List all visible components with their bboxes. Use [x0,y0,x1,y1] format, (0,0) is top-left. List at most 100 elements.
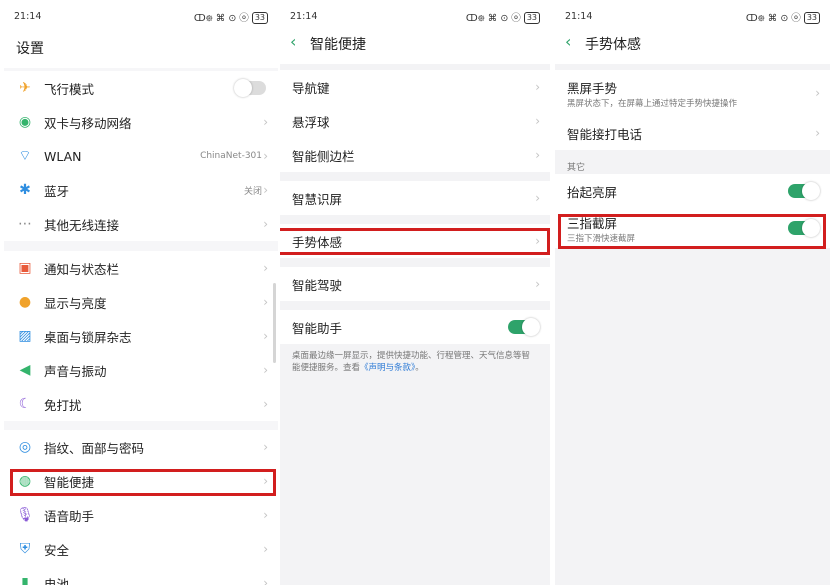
settings-item[interactable]: ◀ 声音与振动 › [4,353,278,387]
settings-item[interactable]: ✈ 飞行模式 [4,71,278,105]
footnote: 桌面最边缘一屏显示，提供快捷功能、行程管理、天气信息等智能便捷服务。查看《声明与… [292,351,531,373]
highlight-box [280,228,550,255]
page-header: ‹ 智能便捷 [280,24,550,64]
back-icon[interactable]: ‹ [565,32,571,51]
settings-item-label: 显示与亮度 [44,295,107,311]
chevron-right-icon: › [815,126,820,140]
speaker-icon: ◀ [19,362,31,378]
raise-to-wake-toggle[interactable] [788,182,820,200]
smart-driving-item[interactable]: 智能驾驶 › [280,267,550,301]
settings-item-label: 桌面与锁屏杂志 [44,329,132,345]
settings-item[interactable]: ▣ 通知与状态栏 › [4,251,278,285]
microphone-icon: 🎙 [16,507,34,523]
black-screen-gesture-item[interactable]: 黑屏手势 黑屏状态下，在屏幕上通过特定手势快捷操作 › [555,70,830,116]
airplane-icon: ✈ [19,80,31,96]
page-header: ‹ 手势体感 [555,24,830,64]
raise-to-wake-item[interactable]: 抬起亮屏 [555,174,830,208]
settings-item-label: 语音助手 [44,508,95,524]
chevron-right-icon: › [263,295,268,309]
settings-item[interactable]: ⌔ WLAN ChinaNet-301 › [4,139,278,173]
settings-header: 设置 [4,28,278,68]
more-icon: ⋯ [18,216,32,232]
smart-sidebar-item[interactable]: 智能侧边栏 › [280,138,550,172]
settings-item-label: 声音与振动 [44,363,107,379]
chevron-right-icon: › [263,217,268,231]
signal-icons: ↀ᪥ ⌘ ⊙ ⓞ [193,13,249,24]
settings-item[interactable]: ● 显示与亮度 › [4,285,278,319]
back-icon[interactable]: ‹ [290,32,296,51]
status-time: 21:14 [565,11,593,22]
chevron-right-icon: › [263,542,268,556]
settings-item[interactable]: ⋯ 其他无线连接 › [4,207,278,241]
chevron-right-icon: › [263,149,268,163]
chevron-right-icon: › [263,576,268,585]
settings-item-label: 蓝牙 [44,183,70,199]
terms-link[interactable]: 《声明与条款》 [360,363,415,373]
chevron-right-icon: › [263,440,268,454]
highlight-box [10,469,276,496]
settings-item-label: 飞行模式 [44,81,95,97]
chevron-right-icon: › [535,148,540,162]
chevron-right-icon: › [263,183,268,197]
settings-item-value: ChinaNet-301 [200,151,262,161]
chevron-right-icon: › [263,329,268,343]
settings-item-label: WLAN [44,148,82,164]
bluetooth-icon: ✱ [19,182,31,198]
wifi-icon: ⌔ [18,148,32,164]
moon-icon: ☾ [18,396,32,412]
page-title: 手势体感 [585,37,641,53]
settings-item-label: 双卡与移动网络 [44,115,132,131]
page-title: 智能便捷 [310,37,366,53]
smart-convenience-panel: 21:14 ↀ᪥ ⌘ ⊙ ⓞ 33 ‹ 智能便捷 导航键 › 悬浮球 › 智能侧边栏 ›… [280,0,550,585]
group-connectivity: ✈ 飞行模式 ◉ 双卡与移动网络 › ⌔ WLAN ChinaNet-301 › ✱ 蓝牙 关闭 › ⋯ 其… [4,71,278,241]
notification-icon: ▣ [18,260,32,276]
settings-item-label: 通知与状态栏 [44,261,120,277]
group-security: ◎ 指纹、面部与密码 › ◍ 智能便捷 › 🎙 语音助手 › ⛨ 安全 › ▮ 电池 › [4,430,278,585]
airplane-mode-toggle[interactable] [234,79,266,97]
battery-indicator: 33 [251,12,268,24]
battery-icon: ▮ [21,575,29,585]
status-time: 21:14 [14,11,42,22]
group-display: ▣ 通知与状态栏 › ● 显示与亮度 › ▨ 桌面与锁屏杂志 › ◀ 声音与振动 › ☾ 免打扰 › [4,251,278,421]
settings-item-value: 关闭 [243,186,262,197]
section-label-other: 其它 [567,163,586,173]
chevron-right-icon: › [535,114,540,128]
scrollbar[interactable] [273,283,276,363]
shield-icon: ⛨ [19,541,31,557]
settings-item[interactable]: ▨ 桌面与锁屏杂志 › [4,319,278,353]
chevron-right-icon: › [263,397,268,411]
smart-assistant-toggle[interactable] [508,318,540,336]
settings-item[interactable]: ⛨ 安全 › [4,532,278,566]
settings-item[interactable]: ◉ 双卡与移动网络 › [4,105,278,139]
smart-answer-item[interactable]: 智能接打电话 › [555,116,830,150]
chevron-right-icon: › [535,80,540,94]
wallpaper-icon: ▨ [18,328,32,344]
brightness-icon: ● [18,294,32,310]
nav-keys-item[interactable]: 导航键 › [280,70,550,104]
chevron-right-icon: › [263,261,268,275]
battery-indicator: 33 [803,12,820,24]
settings-item[interactable]: ▮ 电池 › [4,566,278,585]
settings-panel: 21:14 ↀ᪥ ⌘ ⊙ ⓞ 33 设置 ✈ 飞行模式 ◉ 双卡与移动网络 › ⌔ WLAN C… [4,0,278,585]
settings-item-label: 电池 [44,576,70,585]
settings-item[interactable]: 🎙 语音助手 › [4,498,278,532]
settings-item-label: 免打扰 [44,397,82,413]
chevron-right-icon: › [535,277,540,291]
settings-item[interactable]: ☾ 免打扰 › [4,387,278,421]
floating-ball-item[interactable]: 悬浮球 › [280,104,550,138]
smart-assistant-item[interactable]: 智能助手 [280,310,550,344]
chevron-right-icon: › [263,115,268,129]
chevron-right-icon: › [815,86,820,100]
settings-item-label: 指纹、面部与密码 [44,440,145,456]
settings-item[interactable]: ✱ 蓝牙 关闭 › [4,173,278,207]
status-time: 21:14 [290,11,318,22]
gesture-panel: 21:14 ↀ᪥ ⌘ ⊙ ⓞ 33 ‹ 手势体感 黑屏手势 黑屏状态下，在屏幕上通过… [555,0,830,585]
chevron-right-icon: › [263,363,268,377]
settings-item-label: 安全 [44,542,70,558]
smart-screen-recognition-item[interactable]: 智慧识屏 › [280,181,550,215]
settings-item[interactable]: ◎ 指纹、面部与密码 › [4,430,278,464]
page-title: 设置 [16,41,44,57]
battery-indicator: 33 [523,12,540,24]
chevron-right-icon: › [535,191,540,205]
globe-icon: ◉ [18,114,32,130]
